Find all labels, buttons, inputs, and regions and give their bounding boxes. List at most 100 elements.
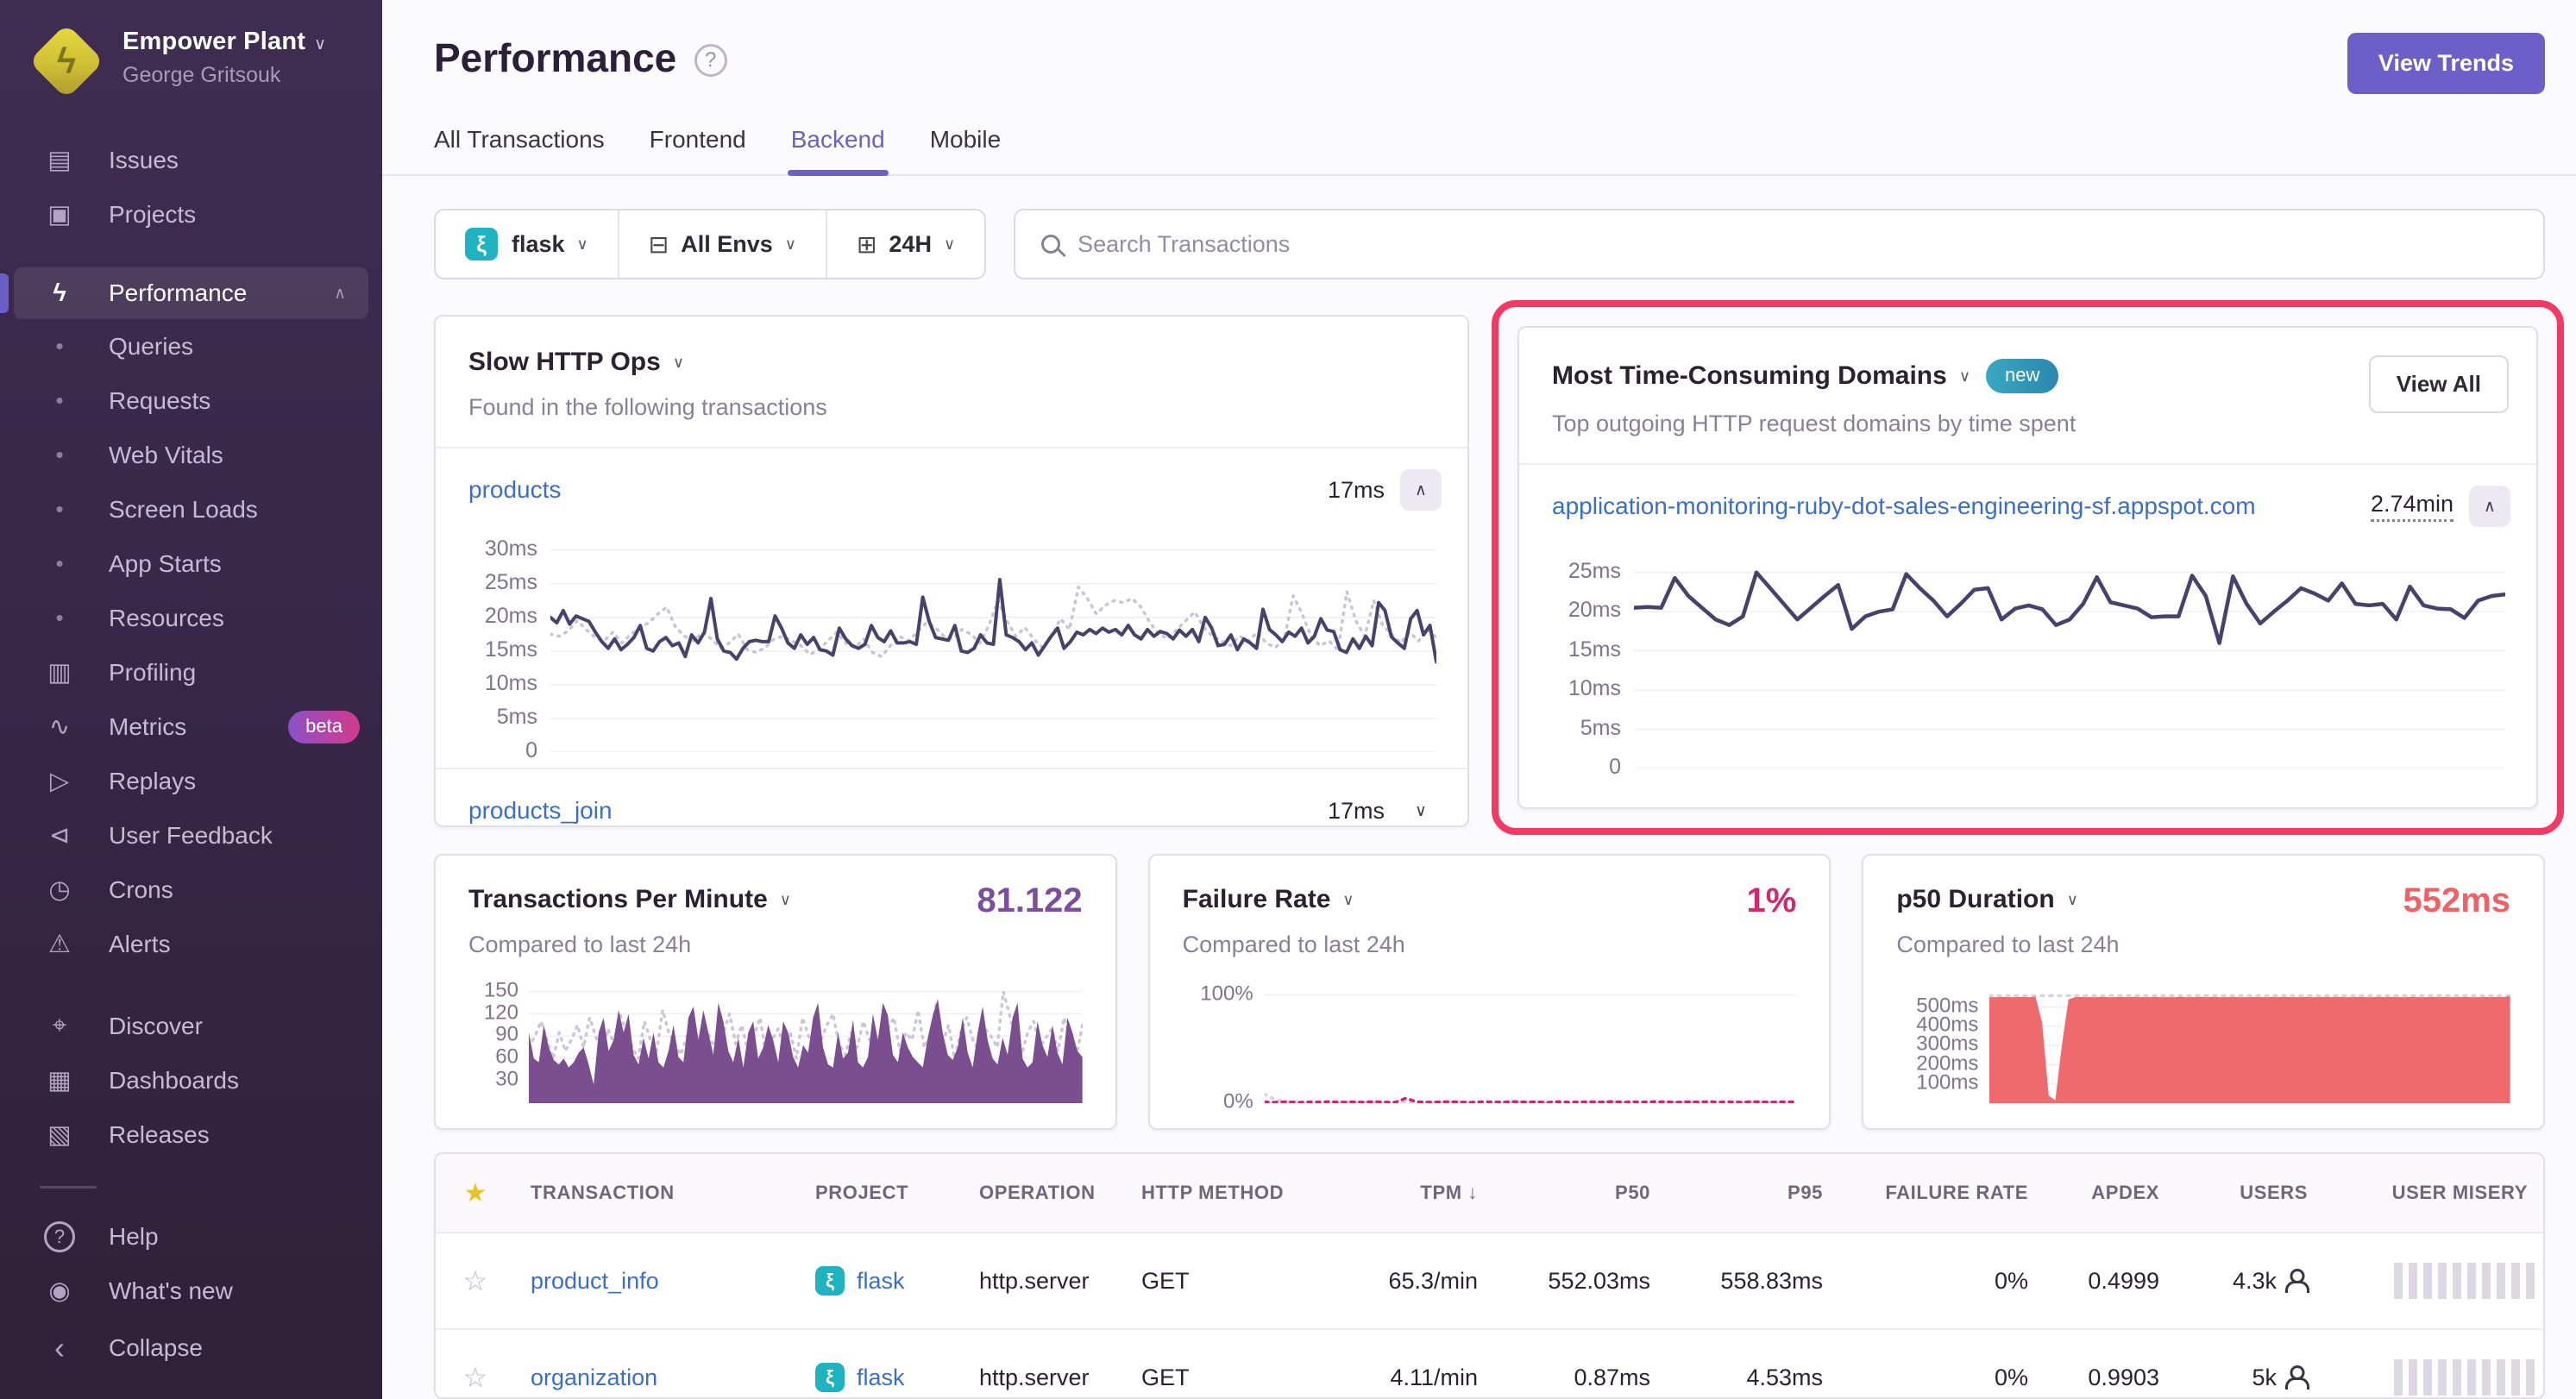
sort-arrow-down-icon: ↓ <box>1467 1182 1478 1203</box>
clock-icon <box>40 875 79 905</box>
tab-all-transactions[interactable]: All Transactions <box>434 126 605 174</box>
search-input[interactable] <box>1078 231 2517 258</box>
performance-icon <box>40 279 79 308</box>
column-header-project[interactable]: PROJECT <box>800 1182 964 1204</box>
main-content: Performance ? View Trends All Transactio… <box>382 0 2576 1399</box>
sidebar-item-requests[interactable]: • Requests <box>0 373 382 428</box>
p50-duration-subtitle: Compared to last 24h <box>1896 932 2510 958</box>
widgets-row-1: Slow HTTP Ops ∨ Found in the following t… <box>434 300 2564 835</box>
most-time-consuming-domains-card: Most Time-Consuming Domains ∨ new Top ou… <box>1517 326 2538 809</box>
sidebar-item-releases[interactable]: Releases <box>0 1107 382 1162</box>
column-header-transaction[interactable]: TRANSACTION <box>515 1182 800 1204</box>
tab-frontend[interactable]: Frontend <box>650 126 746 174</box>
sidebar-item-help[interactable]: ? Help <box>0 1209 382 1264</box>
sidebar-item-alerts[interactable]: Alerts <box>0 917 382 971</box>
megaphone-icon <box>40 820 79 850</box>
line-chart <box>1265 984 1797 1103</box>
failure-rate-subtitle: Compared to last 24h <box>1183 932 1797 958</box>
sidebar-item-projects[interactable]: Projects <box>0 187 382 242</box>
sidebar-item-issues[interactable]: Issues <box>0 133 382 187</box>
operation-cell: http.server <box>964 1268 1126 1295</box>
failure-rate-value: 1% <box>1747 881 1797 920</box>
sidebar-item-web-vitals[interactable]: • Web Vitals <box>0 428 382 482</box>
sidebar-item-discover[interactable]: Discover <box>0 999 382 1053</box>
sidebar-item-user-feedback[interactable]: User Feedback <box>0 808 382 863</box>
sidebar-item-dashboards[interactable]: Dashboards <box>0 1053 382 1107</box>
failure-rate-title[interactable]: Failure Rate ∨ <box>1183 885 1797 914</box>
column-header-user-misery[interactable]: USER MISERY <box>2323 1182 2543 1204</box>
search-bar <box>1014 209 2545 279</box>
flask-project-icon: ξ <box>815 1266 845 1295</box>
help-icon[interactable]: ? <box>694 44 727 77</box>
domains-chart: 25ms 20ms 15ms 10ms 5ms 0 <box>1552 553 2510 769</box>
environment-selector[interactable]: ⊟ All Envs ∨ <box>618 210 826 278</box>
sidebar-item-app-starts[interactable]: • App Starts <box>0 536 382 591</box>
person-icon <box>2287 1269 2308 1293</box>
tpm-chart: 150 120 90 60 30 <box>468 984 1083 1103</box>
org-logo: ϟ <box>28 23 104 99</box>
users-cell: 4.3k <box>2175 1268 2323 1295</box>
chevron-down-icon: ∨ <box>1959 367 1970 386</box>
domains-title[interactable]: Most Time-Consuming Domains ∨ new <box>1552 359 2504 393</box>
chevron-left-icon <box>40 1330 79 1366</box>
bullet-icon: • <box>40 442 79 468</box>
project-selector[interactable]: ξ flask ∨ <box>436 210 618 278</box>
sidebar-item-profiling[interactable]: Profiling <box>0 645 382 700</box>
star-outline-icon[interactable]: ☆ <box>436 1264 515 1297</box>
sidebar-item-queries[interactable]: • Queries <box>0 319 382 373</box>
sidebar-item-metrics[interactable]: Metrics beta <box>0 700 382 754</box>
column-header-tpm[interactable]: TPM ↓ <box>1314 1182 1493 1204</box>
project-cell: ξ flask <box>800 1266 964 1295</box>
sidebar-item-resources[interactable]: • Resources <box>0 591 382 645</box>
star-outline-icon[interactable]: ☆ <box>436 1361 515 1394</box>
transaction-link[interactable]: product_info <box>515 1268 800 1295</box>
expand-row-button[interactable]: ∨ <box>1400 790 1442 827</box>
org-switcher[interactable]: ϟ Empower Plant∨ George Gritsouk <box>0 22 382 88</box>
tab-backend[interactable]: Backend <box>791 126 885 174</box>
column-header-users[interactable]: USERS <box>2175 1182 2323 1204</box>
tab-mobile[interactable]: Mobile <box>930 126 1001 174</box>
domain-time-spent[interactable]: 2.74min <box>2371 491 2453 522</box>
products-join-link[interactable]: products_join <box>468 797 613 825</box>
view-trends-button[interactable]: View Trends <box>2347 33 2545 94</box>
sidebar-item-crons[interactable]: Crons <box>0 863 382 917</box>
bullet-icon: • <box>40 550 79 577</box>
transaction-row-products: products 17ms ∧ <box>436 447 1467 531</box>
new-badge: new <box>1986 359 2058 393</box>
domain-row: application-monitoring-ruby-dot-sales-en… <box>1519 463 2536 548</box>
domains-subtitle: Top outgoing HTTP request domains by tim… <box>1552 411 2504 437</box>
chevron-down-icon: ∨ <box>780 891 791 909</box>
projects-icon <box>40 199 79 229</box>
products-duration: 17ms <box>1328 477 1385 504</box>
time-range-selector[interactable]: ⊞ 24H ∨ <box>826 210 984 278</box>
area-chart <box>1989 984 2510 1103</box>
products-link[interactable]: products <box>468 476 561 504</box>
collapse-row-button[interactable]: ∧ <box>1400 469 1442 511</box>
domain-link[interactable]: application-monitoring-ruby-dot-sales-en… <box>1552 492 2256 520</box>
column-header-operation[interactable]: OPERATION <box>964 1182 1126 1204</box>
sidebar-item-performance[interactable]: Performance ∧ <box>14 267 368 319</box>
collapse-row-button[interactable]: ∧ <box>2469 486 2510 527</box>
line-chart <box>1634 553 2505 769</box>
column-header-p50[interactable]: P50 <box>1493 1182 1666 1204</box>
siren-icon <box>40 929 79 959</box>
sidebar-item-replays[interactable]: Replays <box>0 754 382 808</box>
transaction-link[interactable]: organization <box>515 1364 800 1391</box>
view-all-button[interactable]: View All <box>2369 355 2509 413</box>
sidebar-item-whats-new[interactable]: What's new <box>0 1264 382 1318</box>
p95-cell: 558.83ms <box>1666 1268 1838 1295</box>
tpm-subtitle: Compared to last 24h <box>468 932 1083 958</box>
column-header-p95[interactable]: P95 <box>1666 1182 1838 1204</box>
slow-http-ops-title[interactable]: Slow HTTP Ops ∨ <box>468 348 1435 377</box>
star-filled-icon[interactable]: ★ <box>436 1178 515 1208</box>
http-method-cell: GET <box>1126 1364 1314 1391</box>
lightning-bolt-icon: ϟ <box>40 35 93 88</box>
sidebar-collapse-button[interactable]: Collapse <box>0 1321 382 1375</box>
broadcast-icon <box>40 1276 79 1306</box>
column-header-apdex[interactable]: APDEX <box>2044 1182 2175 1204</box>
column-header-failure-rate[interactable]: FAILURE RATE <box>1838 1182 2044 1204</box>
column-header-http-method[interactable]: HTTP METHOD <box>1126 1182 1314 1204</box>
replays-icon <box>40 766 79 796</box>
sidebar-item-screen-loads[interactable]: • Screen Loads <box>0 482 382 536</box>
metrics-icon <box>40 712 79 742</box>
